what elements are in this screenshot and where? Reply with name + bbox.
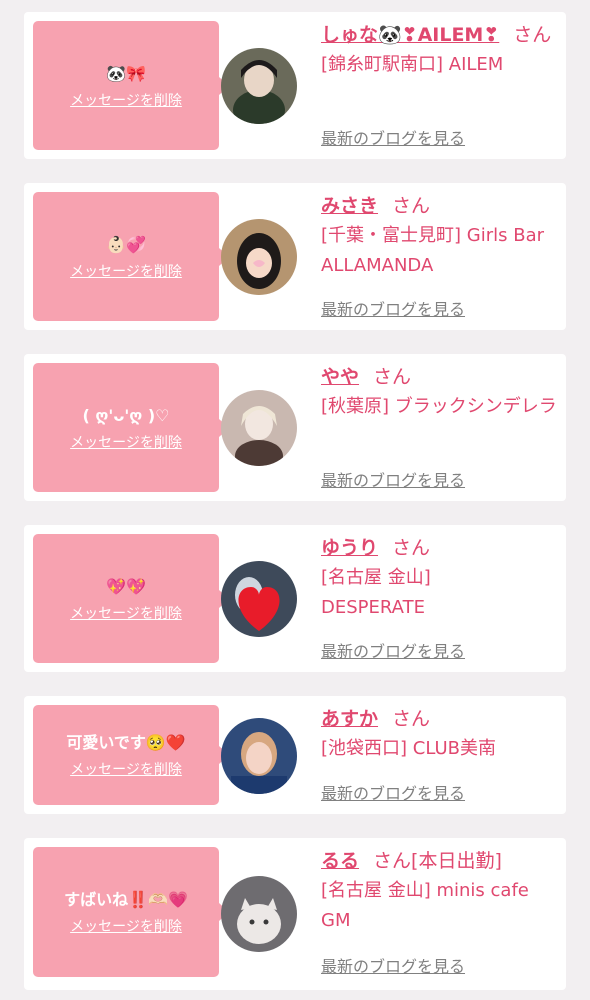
delete-message-link[interactable]: メッセージを削除: [70, 605, 182, 623]
message-card: ( ღ'ᴗ'ღ )♡ メッセージを削除 やや さん [秋葉原] ブラックシンデレラ…: [24, 354, 566, 501]
delete-message-link[interactable]: メッセージを削除: [70, 263, 182, 281]
honorific: さん: [392, 708, 431, 730]
delete-message-link[interactable]: メッセージを削除: [70, 92, 182, 110]
message-text: 👶🏻💞: [106, 234, 146, 254]
user-name-link[interactable]: あすか: [321, 708, 378, 730]
latest-blog-link[interactable]: 最新のブログを見る: [321, 125, 465, 149]
message-text: ( ღ'ᴗ'ღ )♡: [82, 405, 170, 425]
name-line: あすか さん: [321, 704, 561, 734]
delete-message-link[interactable]: メッセージを削除: [70, 918, 182, 936]
message-bubble: 💖💖 メッセージを削除: [33, 534, 229, 663]
message-card: 👶🏻💞 メッセージを削除 みさき さん [千葉・富士見町] Girls Bar A…: [24, 183, 566, 330]
latest-blog-link[interactable]: 最新のブログを見る: [321, 638, 465, 662]
honorific: さん: [513, 24, 552, 46]
message-card: 🐼🎀 メッセージを削除 しゅな🐼❣AILEM❣ さん [錦糸町駅南口] AILEM…: [24, 12, 566, 159]
honorific: さん: [392, 195, 431, 217]
honorific: さん: [373, 366, 412, 388]
message-card: すばいね‼️🫶🏻💗 メッセージを削除 るる さん[本日出勤] [名古屋 金山] m…: [24, 838, 566, 990]
message-card: 可愛いです🥺❤️ メッセージを削除 あすか さん [池袋西口] CLUB美南 最新…: [24, 696, 566, 814]
name-line: みさき さん: [321, 191, 561, 221]
message-bubble: ( ღ'ᴗ'ღ )♡ メッセージを削除: [33, 363, 229, 492]
shop-info: [池袋西口] CLUB美南: [321, 738, 496, 759]
honorific: さん: [392, 537, 431, 559]
latest-blog-link[interactable]: 最新のブログを見る: [321, 780, 465, 804]
attendance-status: [本日出勤]: [411, 850, 502, 872]
name-line: るる さん[本日出勤]: [321, 846, 561, 876]
user-info: みさき さん [千葉・富士見町] Girls Bar ALLAMANDA: [321, 191, 561, 281]
user-info: るる さん[本日出勤] [名古屋 金山] minis cafe GM: [321, 846, 561, 936]
shop-info: [錦糸町駅南口] AILEM: [321, 54, 504, 75]
user-info: あすか さん [池袋西口] CLUB美南: [321, 704, 561, 764]
user-name-link[interactable]: みさき: [321, 195, 378, 217]
user-name-link[interactable]: ゆうり: [321, 537, 378, 559]
honorific: さん: [373, 850, 412, 872]
message-text: 💖💖: [106, 576, 146, 596]
avatar[interactable]: [221, 219, 297, 295]
name-line: やや さん: [321, 362, 561, 392]
latest-blog-link[interactable]: 最新のブログを見る: [321, 953, 465, 977]
message-card: 💖💖 メッセージを削除 ゆうり さん [名古屋 金山] DESPERATE 最新の…: [24, 525, 566, 672]
message-bubble: すばいね‼️🫶🏻💗 メッセージを削除: [33, 847, 229, 977]
user-info: やや さん [秋葉原] ブラックシンデレラ: [321, 362, 561, 422]
user-name-link[interactable]: しゅな🐼❣AILEM❣: [321, 24, 499, 46]
avatar[interactable]: [221, 390, 297, 466]
message-text: すばいね‼️🫶🏻💗: [64, 890, 188, 909]
message-bubble: 🐼🎀 メッセージを削除: [33, 21, 229, 150]
shop-info: [秋葉原] ブラックシンデレラ: [321, 396, 557, 417]
message-bubble: 👶🏻💞 メッセージを削除: [33, 192, 229, 321]
message-bubble: 可愛いです🥺❤️ メッセージを削除: [33, 705, 229, 805]
delete-message-link[interactable]: メッセージを削除: [70, 761, 182, 779]
user-info: ゆうり さん [名古屋 金山] DESPERATE: [321, 533, 561, 623]
user-name-link[interactable]: やや: [321, 366, 359, 388]
delete-message-link[interactable]: メッセージを削除: [70, 434, 182, 452]
user-info: しゅな🐼❣AILEM❣ さん [錦糸町駅南口] AILEM: [321, 20, 561, 80]
avatar[interactable]: [221, 48, 297, 124]
latest-blog-link[interactable]: 最新のブログを見る: [321, 296, 465, 320]
name-line: ゆうり さん: [321, 533, 561, 563]
message-text: 可愛いです🥺❤️: [66, 733, 186, 752]
shop-info: [名古屋 金山] minis cafe GM: [321, 880, 529, 931]
avatar[interactable]: [221, 561, 297, 637]
latest-blog-link[interactable]: 最新のブログを見る: [321, 467, 465, 491]
avatar[interactable]: [221, 876, 297, 952]
shop-info: [名古屋 金山] DESPERATE: [321, 567, 431, 618]
message-text: 🐼🎀: [106, 63, 146, 83]
shop-info: [千葉・富士見町] Girls Bar ALLAMANDA: [321, 225, 544, 276]
user-name-link[interactable]: るる: [321, 850, 359, 872]
avatar[interactable]: [221, 718, 297, 794]
name-line: しゅな🐼❣AILEM❣ さん: [321, 20, 561, 50]
